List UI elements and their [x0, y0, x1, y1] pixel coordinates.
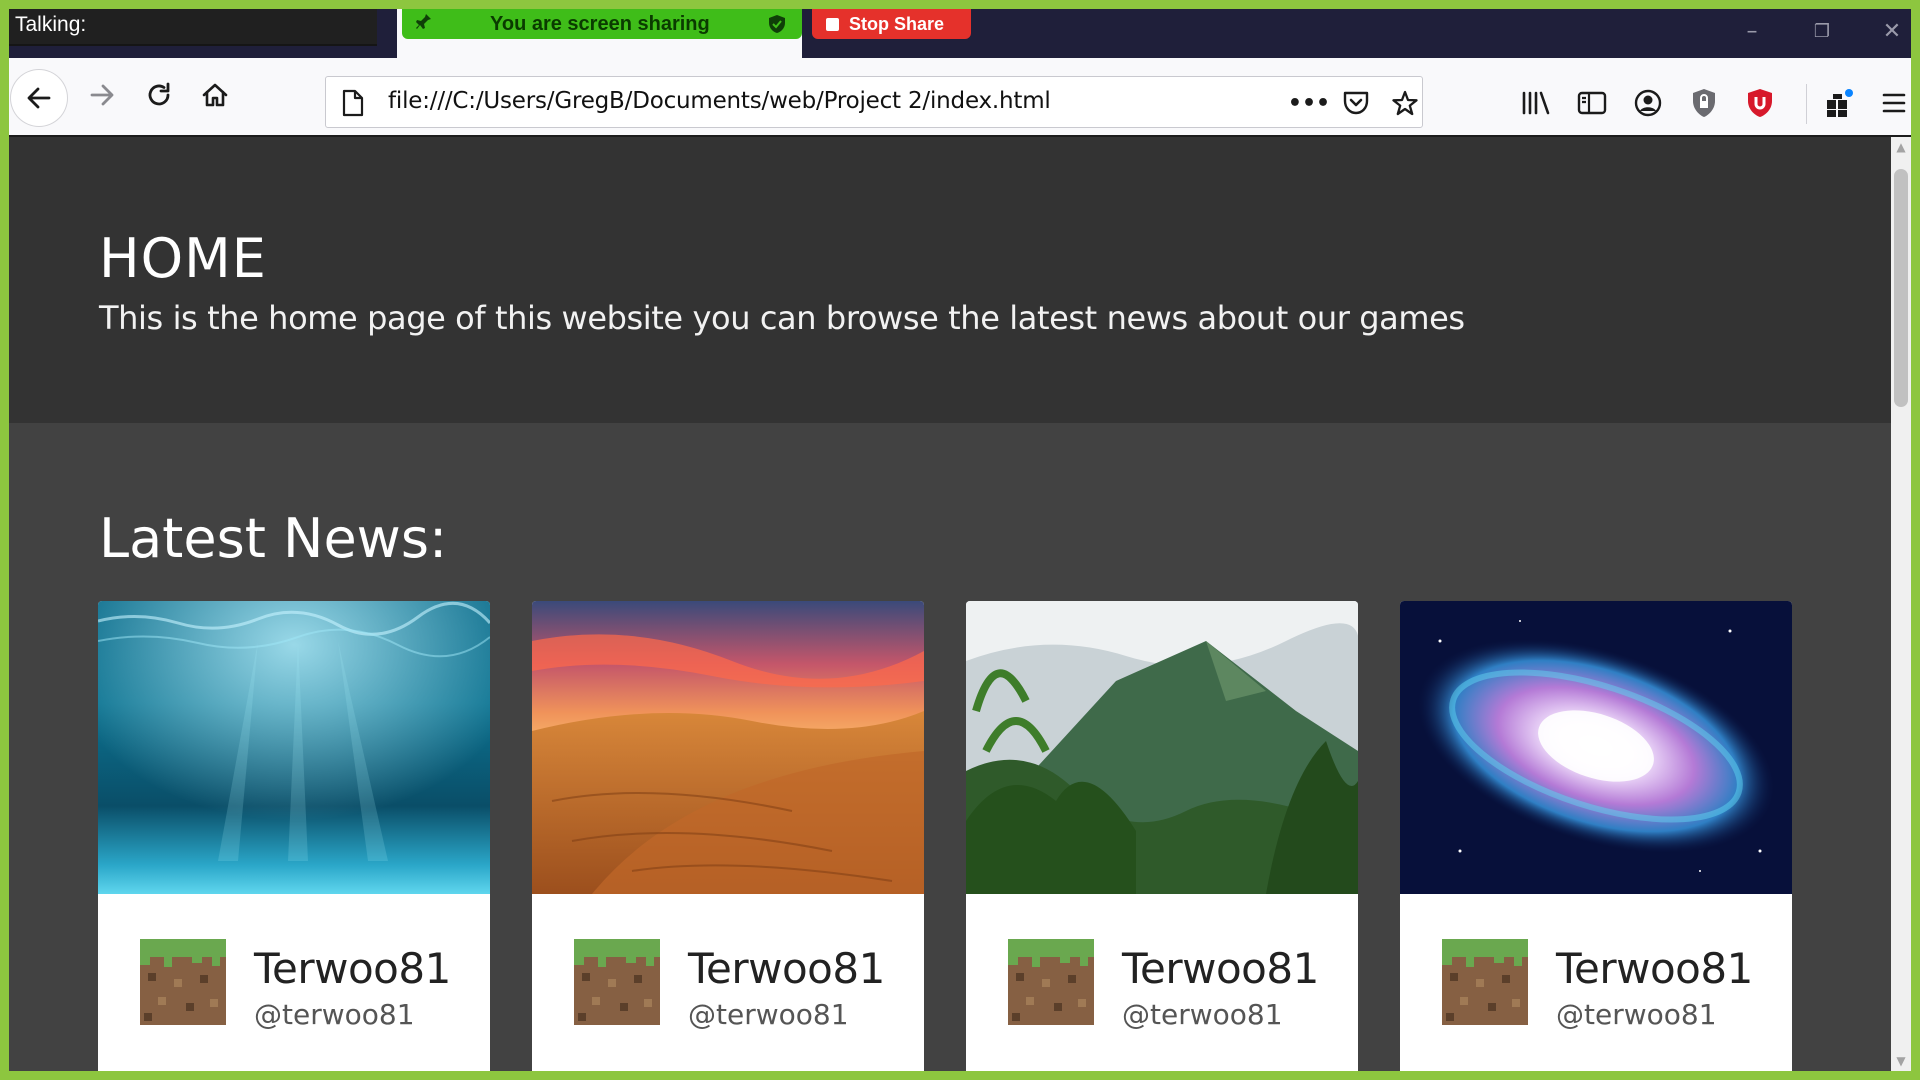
- page-title: HOME: [99, 227, 267, 290]
- news-card[interactable]: Terwoo81 @terwoo81: [532, 601, 924, 1071]
- grass-block-avatar: [1442, 939, 1528, 1025]
- reload-icon: [148, 82, 170, 106]
- web-page: HOME This is the home page of this websi…: [9, 137, 1891, 1071]
- back-icon: [27, 87, 51, 109]
- desert-image[interactable]: [532, 601, 924, 894]
- grass-block-avatar: [1008, 939, 1094, 1025]
- home-button[interactable]: [192, 72, 238, 118]
- menu-icon[interactable]: [1877, 86, 1911, 120]
- author-name[interactable]: Terwoo81: [688, 944, 885, 993]
- security-shield-icon: [768, 14, 786, 34]
- bookmark-star-icon[interactable]: [1390, 88, 1420, 118]
- grass-block-avatar: [574, 939, 660, 1025]
- library-icon[interactable]: [1519, 86, 1553, 120]
- page-subtitle: This is the home page of this website yo…: [99, 299, 1465, 337]
- reload-button[interactable]: [136, 72, 182, 118]
- extensions-icon[interactable]: [1822, 86, 1856, 120]
- minimize-icon[interactable]: –: [1737, 19, 1767, 44]
- screen-share-label: You are screen sharing: [490, 12, 710, 35]
- talking-indicator: Talking:: [9, 9, 377, 46]
- news-card[interactable]: Terwoo81 @terwoo81: [1400, 601, 1792, 1071]
- galaxy-image[interactable]: [1400, 601, 1792, 894]
- page-icon[interactable]: [338, 88, 368, 118]
- navigation-toolbar: file:///C:/Users/GregB/Documents/web/Pro…: [9, 58, 1911, 137]
- jungle-mountain-image[interactable]: [966, 601, 1358, 894]
- author-name[interactable]: Terwoo81: [1556, 944, 1753, 993]
- screen-share-frame: Talking: – ❐ ✕ You are screen sharing St…: [9, 9, 1911, 1071]
- stop-icon: [826, 17, 839, 31]
- forward-icon: [90, 84, 114, 106]
- screen-share-banner[interactable]: You are screen sharing: [402, 9, 802, 39]
- page-actions-icon[interactable]: •••: [1288, 88, 1330, 118]
- pin-icon[interactable]: [416, 13, 434, 36]
- shield-icon[interactable]: [1687, 86, 1721, 120]
- news-card[interactable]: Terwoo81 @terwoo81: [966, 601, 1358, 1071]
- back-button[interactable]: [11, 70, 67, 126]
- forward-button[interactable]: [79, 72, 125, 118]
- author-handle: @terwoo81: [254, 998, 415, 1031]
- underwater-image[interactable]: [98, 601, 490, 894]
- ublock-icon[interactable]: [1743, 86, 1777, 120]
- close-icon[interactable]: ✕: [1877, 19, 1907, 44]
- author-handle: @terwoo81: [688, 998, 849, 1031]
- scroll-down-icon[interactable]: ▼: [1891, 1051, 1911, 1071]
- grass-block-avatar: [140, 939, 226, 1025]
- url-text[interactable]: file:///C:/Users/GregB/Documents/web/Pro…: [388, 88, 1051, 114]
- toolbar-separator: [1806, 84, 1807, 124]
- stop-share-button[interactable]: Stop Share: [812, 9, 971, 39]
- sidebar-icon[interactable]: [1575, 86, 1609, 120]
- author-handle: @terwoo81: [1556, 998, 1717, 1031]
- author-name[interactable]: Terwoo81: [1122, 944, 1319, 993]
- account-icon[interactable]: [1631, 86, 1665, 120]
- hero-section: HOME This is the home page of this websi…: [9, 137, 1891, 423]
- scroll-up-icon[interactable]: ▲: [1891, 137, 1911, 157]
- latest-news-heading: Latest News:: [99, 507, 448, 570]
- pocket-icon[interactable]: [1341, 88, 1371, 118]
- news-card[interactable]: Terwoo81 @terwoo81: [98, 601, 490, 1071]
- stop-share-label: Stop Share: [849, 13, 945, 34]
- scroll-thumb[interactable]: [1894, 169, 1908, 407]
- page-scrollbar[interactable]: ▲ ▼: [1891, 137, 1911, 1071]
- home-icon: [202, 83, 228, 107]
- author-name[interactable]: Terwoo81: [254, 944, 451, 993]
- restore-icon[interactable]: ❐: [1807, 21, 1837, 42]
- url-bar[interactable]: file:///C:/Users/GregB/Documents/web/Pro…: [325, 76, 1423, 128]
- author-handle: @terwoo81: [1122, 998, 1283, 1031]
